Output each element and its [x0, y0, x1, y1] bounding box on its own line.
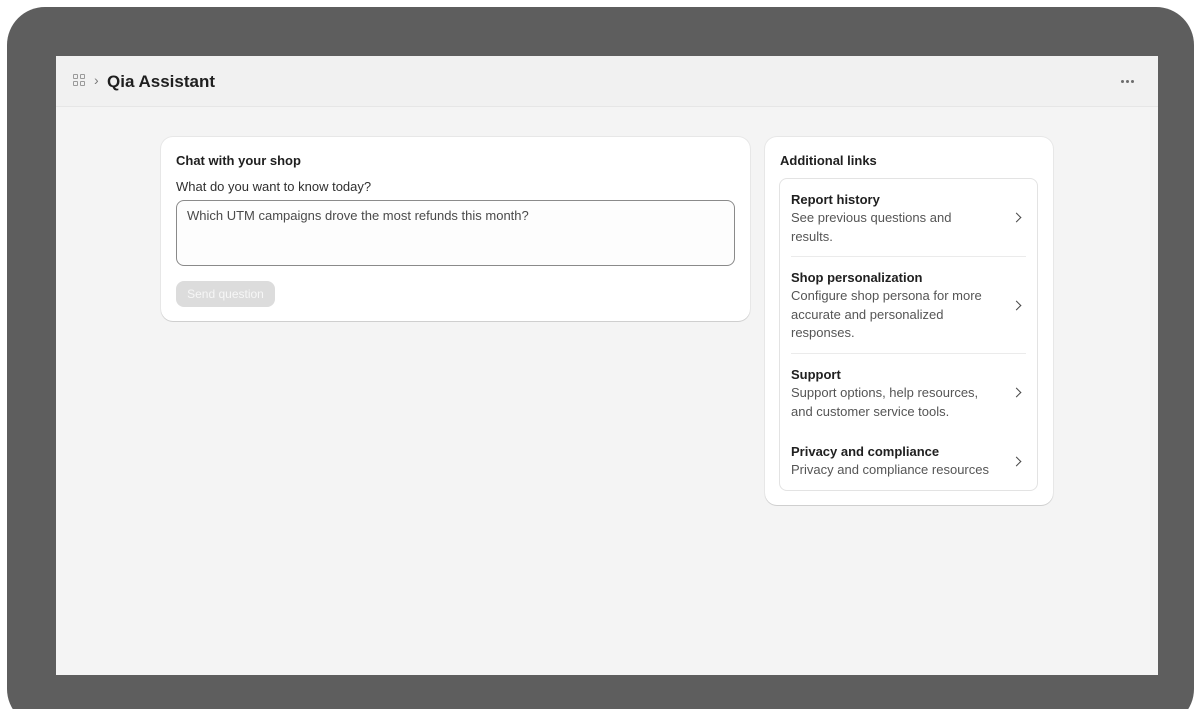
links-list: Report history See previous questions an…: [779, 178, 1038, 491]
device-frame: › Qia Assistant Chat with your shop What…: [7, 7, 1194, 709]
page-title: Qia Assistant: [107, 72, 216, 91]
more-actions-button[interactable]: [1116, 70, 1138, 92]
link-title: Shop personalization: [791, 270, 923, 285]
chevron-right-icon: [1011, 212, 1022, 223]
link-description: Configure shop persona for more accurate…: [791, 288, 982, 340]
link-shop-personalization[interactable]: Shop personalization Configure shop pers…: [780, 257, 1037, 354]
question-label: What do you want to know today?: [176, 179, 372, 194]
breadcrumb-separator: ›: [94, 72, 99, 88]
chat-card-title: Chat with your shop: [176, 153, 301, 168]
link-title: Privacy and compliance: [791, 444, 940, 459]
link-description: Privacy and compliance resources: [791, 462, 989, 477]
link-description: Support options, help resources, and cus…: [791, 385, 979, 419]
link-description: See previous questions and results.: [791, 210, 952, 244]
link-support[interactable]: Support Support options, help resources,…: [780, 354, 1037, 432]
question-input[interactable]: Which UTM campaigns drove the most refun…: [176, 200, 735, 266]
more-horizontal-icon: [1120, 79, 1124, 83]
chevron-right-icon: [1011, 387, 1022, 398]
top-bar: › Qia Assistant: [56, 56, 1158, 107]
app-screen: › Qia Assistant Chat with your shop What…: [56, 56, 1158, 675]
chevron-right-icon: [1011, 300, 1022, 311]
chat-card: Chat with your shop What do you want to …: [161, 137, 750, 321]
additional-links-card: Additional links Report history See prev…: [765, 137, 1053, 505]
link-privacy-compliance[interactable]: Privacy and compliance Privacy and compl…: [780, 432, 1037, 492]
chevron-right-icon: [1011, 456, 1022, 467]
link-title: Support: [791, 367, 841, 382]
send-question-button[interactable]: Send question: [176, 281, 275, 307]
link-report-history[interactable]: Report history See previous questions an…: [780, 179, 1037, 257]
additional-links-title: Additional links: [780, 153, 877, 168]
link-title: Report history: [791, 192, 880, 207]
apps-icon[interactable]: [73, 74, 87, 88]
